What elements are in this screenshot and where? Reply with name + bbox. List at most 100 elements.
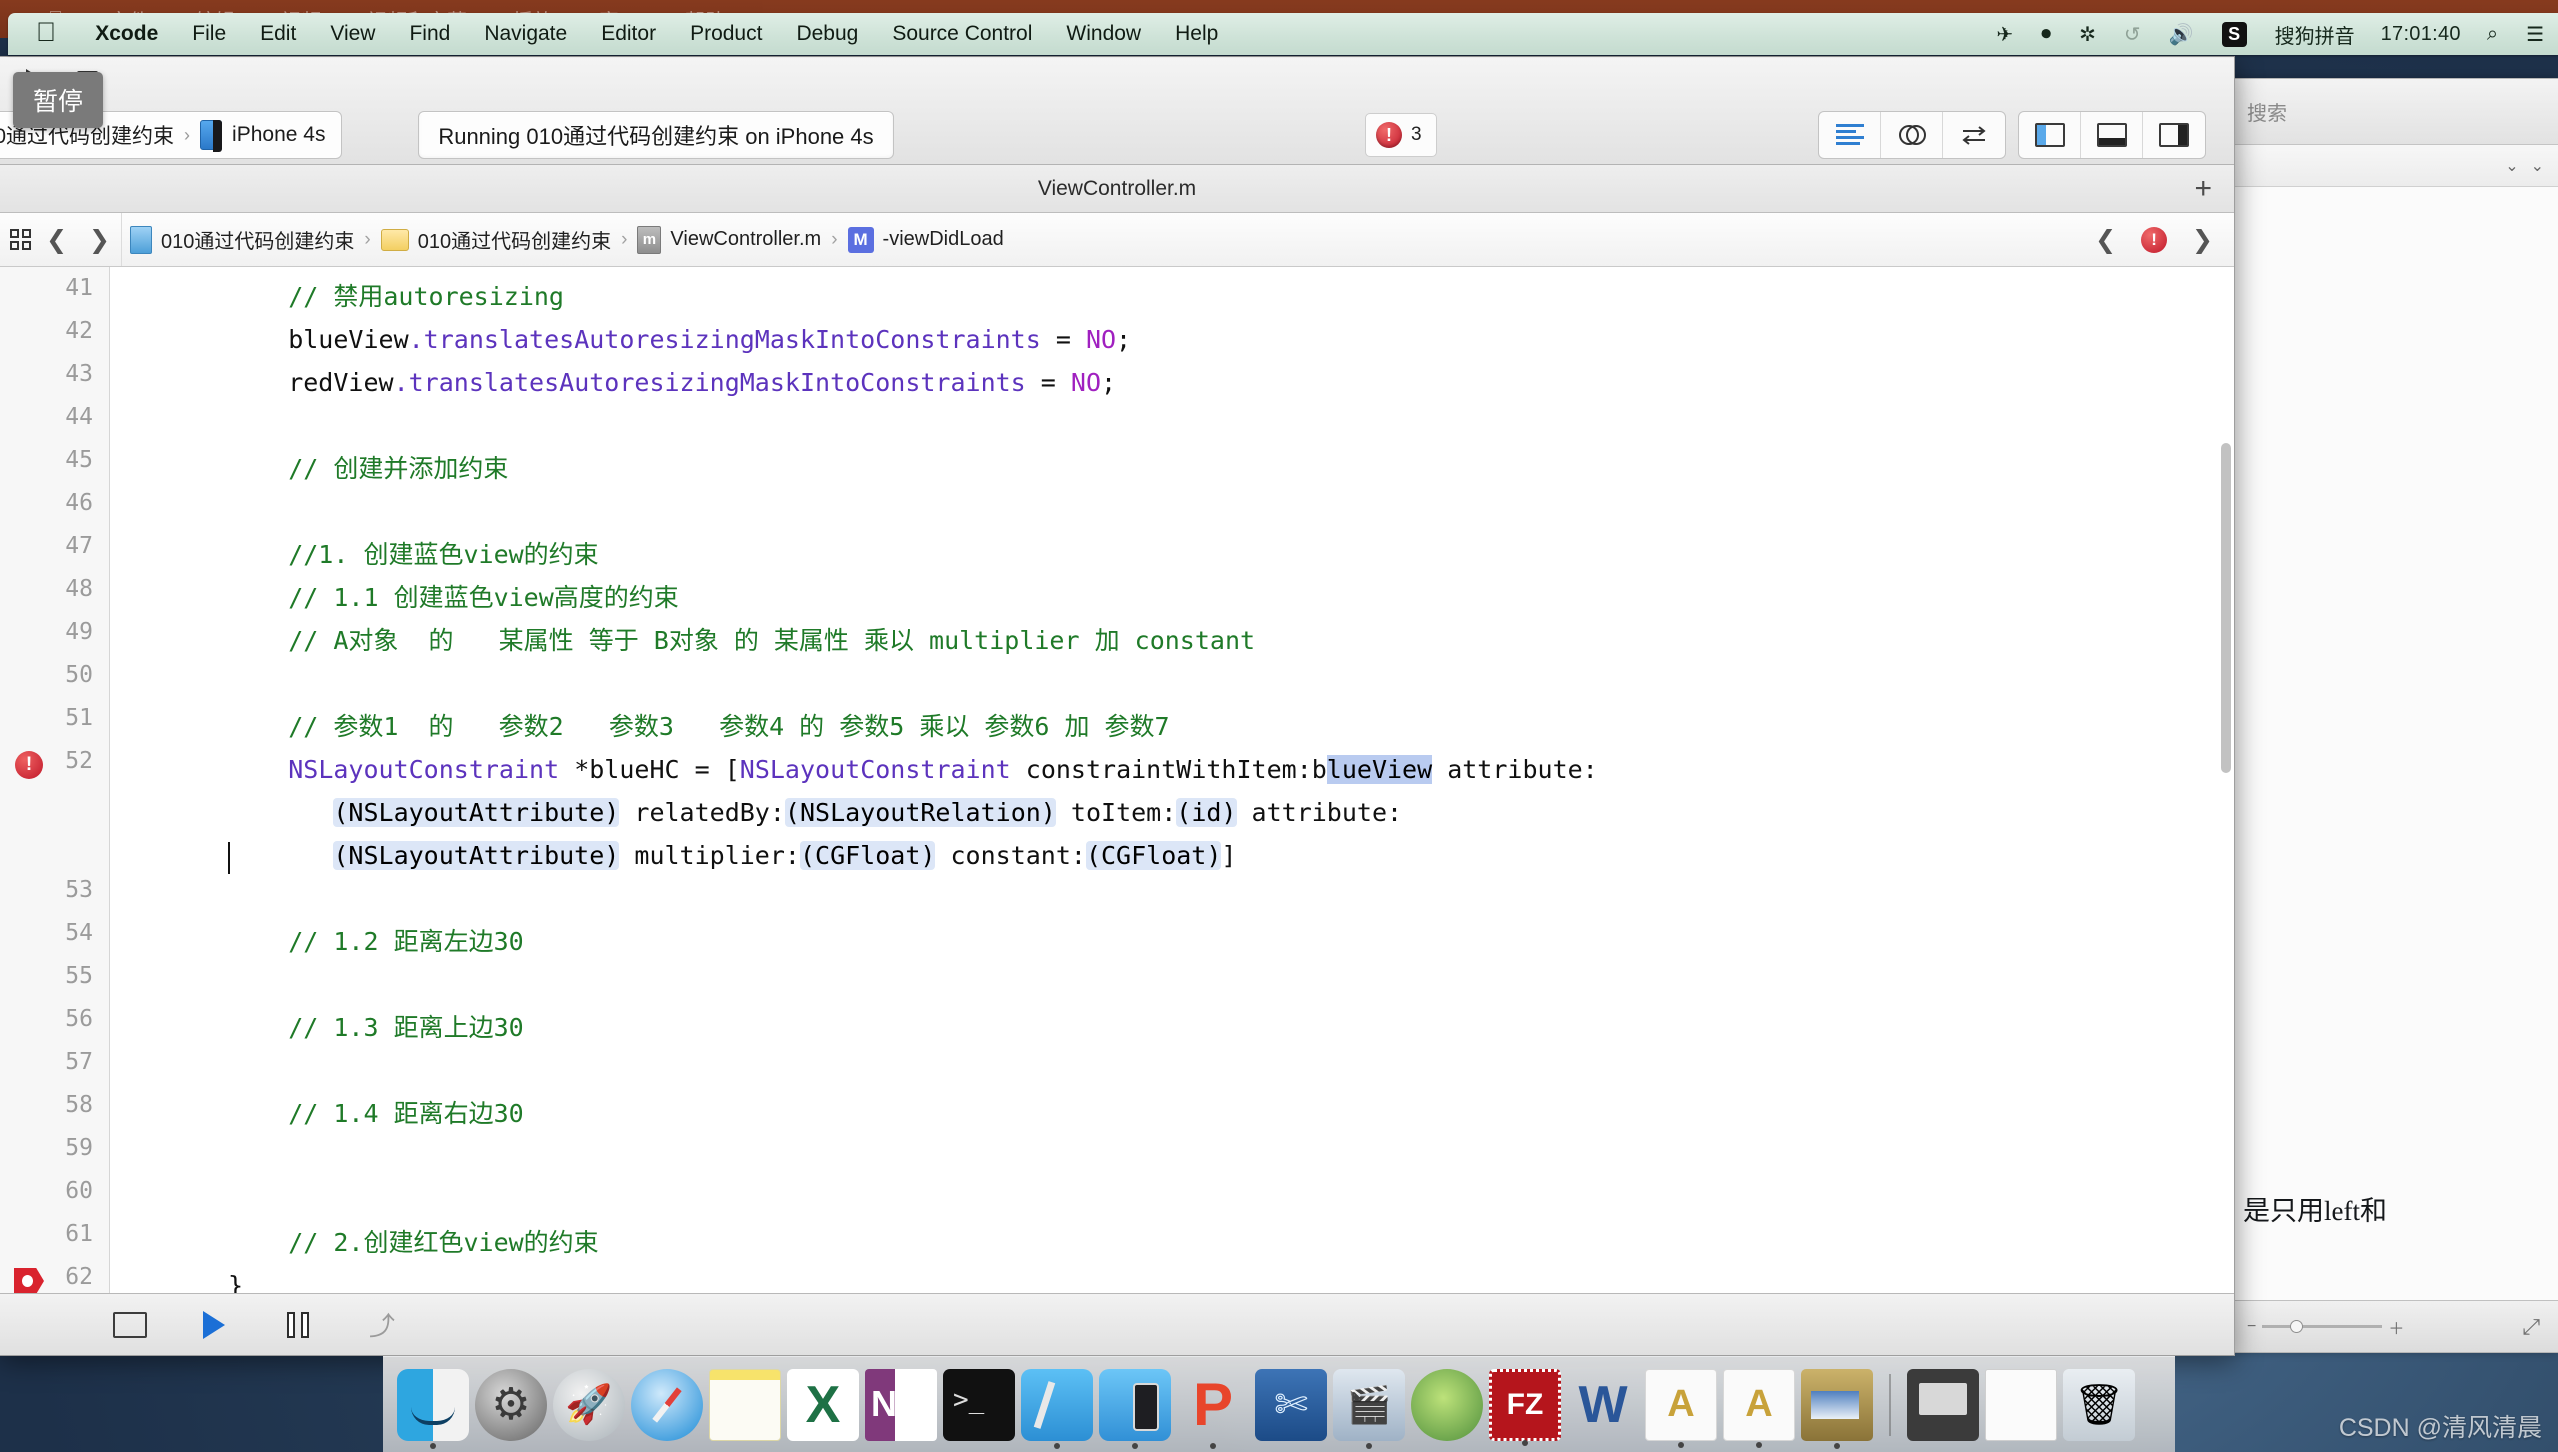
code-line[interactable]: // 1.3 距离上边30 [228, 1006, 524, 1049]
standard-editor-button[interactable] [1819, 112, 1881, 158]
breadcrumb-file[interactable]: m ViewController.m [629, 226, 829, 254]
input-method-badge[interactable]: S [2208, 22, 2261, 47]
debug-area-toggle-button[interactable] [2081, 112, 2143, 158]
code-line[interactable]: // 1.2 距离左边30 [228, 920, 524, 963]
code-line[interactable]: // 1.1 创建蓝色view高度的约束 [228, 576, 679, 619]
notification-center-icon[interactable]: ☰ [2512, 22, 2558, 47]
dock-video-player[interactable] [1333, 1369, 1405, 1441]
code-line[interactable]: // A对象 的 某属性 等于 B对象 的 某属性 乘以 multiplier … [228, 619, 1255, 662]
background-window[interactable]: 搜索 ⌄ ⌄ 是只用left和 − ＋ ⤢ [2228, 78, 2558, 1353]
dock-xcode[interactable] [1021, 1369, 1093, 1441]
menu-item-edit[interactable]: Edit [243, 22, 313, 46]
chevron-down-icon-2[interactable]: ⌄ [2531, 156, 2544, 176]
menu-item-source-control[interactable]: Source Control [875, 22, 1049, 46]
continue-button[interactable] [194, 1307, 234, 1343]
zoom-slider[interactable]: − ＋ [2247, 1315, 2404, 1339]
next-issue-button[interactable]: ❯ [2181, 225, 2224, 255]
screen-record-icon[interactable]: ⏺ [2027, 23, 2065, 46]
code-line[interactable]: redView.translatesAutoresizingMaskIntoCo… [228, 361, 1116, 404]
dock-word[interactable] [1567, 1369, 1639, 1441]
code-line[interactable]: } [228, 1264, 243, 1293]
zoom-knob[interactable] [2290, 1320, 2303, 1333]
apple-menu-icon[interactable]:  [36, 19, 56, 46]
dock-excel[interactable] [787, 1369, 859, 1441]
dock[interactable] [383, 1356, 2175, 1452]
volume-icon[interactable]: 🔊 [2155, 22, 2208, 47]
zoom-in-icon[interactable]: ＋ [2388, 1315, 2404, 1339]
menu-item-help[interactable]: Help [1158, 22, 1235, 46]
menu-item-product[interactable]: Product [673, 22, 779, 46]
background-search-field[interactable]: 搜索 [2229, 79, 2558, 145]
source-editor[interactable]: 414243444546474849505152!535455565758596… [0, 267, 2234, 1293]
code-line[interactable]: //1. 创建蓝色view的约束 [228, 533, 599, 576]
menu-item-view[interactable]: View [313, 22, 392, 46]
dock-acrobat-2[interactable] [1723, 1369, 1795, 1441]
issue-badge[interactable]: ! 3 [1365, 113, 1437, 157]
code-line[interactable]: (NSLayoutAttribute) multiplier:(CGFloat)… [228, 834, 1236, 877]
active-tab-title[interactable]: ViewController.m [1038, 177, 1196, 201]
dock-system-preferences[interactable] [475, 1369, 547, 1441]
breakpoint-marker-icon[interactable] [12, 1266, 46, 1293]
dock-onenote[interactable] [865, 1369, 937, 1441]
dock-safari[interactable] [631, 1369, 703, 1441]
dock-acrobat-1[interactable] [1645, 1369, 1717, 1441]
menu-item-navigate[interactable]: Navigate [467, 22, 584, 46]
dock-terminal[interactable] [943, 1369, 1015, 1441]
navigate-back-button[interactable]: ❮ [35, 225, 78, 255]
previous-issue-button[interactable]: ❮ [2084, 225, 2127, 255]
dock-trash[interactable] [2063, 1369, 2135, 1441]
search-icon[interactable]: ⌕ [2473, 23, 2512, 46]
dock-ios-simulator[interactable] [1099, 1369, 1171, 1441]
assistant-editor-button[interactable] [1881, 112, 1943, 158]
editor-scrollbar[interactable] [2220, 273, 2232, 1287]
pause-button[interactable] [278, 1307, 318, 1343]
utilities-toggle-button[interactable] [2143, 112, 2205, 158]
code-area[interactable]: // 禁用autoresizing blueView.translatesAut… [110, 267, 2234, 1293]
airdrop-icon[interactable]: ✈ [1982, 22, 2027, 47]
zoom-track[interactable] [2262, 1325, 2382, 1328]
menu-item-xcode[interactable]: Xcode [78, 22, 175, 46]
dock-snipaste[interactable] [1255, 1369, 1327, 1441]
menu-item-window[interactable]: Window [1049, 22, 1158, 46]
hide-debug-area-button[interactable] [110, 1307, 150, 1343]
dock-filezilla[interactable] [1489, 1369, 1561, 1441]
code-line[interactable]: // 2.创建红色view的约束 [228, 1221, 599, 1264]
editor-scrollbar-thumb[interactable] [2221, 443, 2231, 773]
editor-gutter[interactable]: 414243444546474849505152!535455565758596… [0, 267, 110, 1293]
code-line[interactable]: blueView.translatesAutoresizingMaskIntoC… [228, 318, 1131, 361]
dock-document[interactable] [1985, 1369, 2057, 1441]
error-marker-icon[interactable]: ! [12, 750, 46, 780]
version-editor-button[interactable] [1943, 112, 2005, 158]
zoom-out-icon[interactable]: − [2247, 1318, 2256, 1336]
code-line[interactable]: // 1.4 距离右边30 [228, 1092, 524, 1135]
fullscreen-icon[interactable]: ⤢ [2522, 1314, 2540, 1340]
breadcrumb-group[interactable]: 010通过代码创建约束 [373, 225, 619, 254]
bluetooth-icon[interactable]: ✲ [2065, 22, 2110, 47]
dock-finder[interactable] [397, 1369, 469, 1441]
dock-screen-sharing[interactable] [1907, 1369, 1979, 1441]
menu-item-find[interactable]: Find [392, 22, 467, 46]
time-machine-icon[interactable]: ↺ [2110, 22, 2155, 47]
navigator-toggle-button[interactable] [2019, 112, 2081, 158]
dock-launchpad[interactable] [553, 1369, 625, 1441]
step-over-button[interactable]: ⤴ [362, 1307, 402, 1343]
code-line[interactable]: // 创建并添加约束 [228, 447, 508, 490]
menubar[interactable]:  Xcode File Edit View Find Navigate Edi… [8, 13, 2558, 55]
breadcrumb-project[interactable]: 010通过代码创建约束 [122, 225, 362, 254]
chevron-down-icon[interactable]: ⌄ [2505, 156, 2518, 176]
menubar-clock[interactable]: 17:01:40 [2369, 23, 2473, 46]
add-tab-button[interactable]: + [2194, 174, 2212, 204]
dock-mamp[interactable] [1411, 1369, 1483, 1441]
dock-photoshop[interactable] [1177, 1369, 1249, 1441]
code-line[interactable]: // 禁用autoresizing [228, 275, 564, 318]
code-line[interactable]: // 参数1 的 参数2 参数3 参数4 的 参数5 乘以 参数6 加 参数7 [228, 705, 1170, 748]
input-method-label[interactable]: 搜狗拼音 [2261, 20, 2369, 49]
code-line[interactable]: NSLayoutConstraint *blueHC = [NSLayoutCo… [228, 748, 1598, 791]
menu-item-editor[interactable]: Editor [584, 22, 673, 46]
code-line[interactable]: (NSLayoutAttribute) relatedBy:(NSLayoutR… [228, 791, 1402, 834]
dock-notes[interactable] [709, 1369, 781, 1441]
navigate-forward-button[interactable]: ❯ [78, 225, 121, 255]
menu-item-file[interactable]: File [175, 22, 243, 46]
related-items-icon[interactable] [6, 229, 35, 250]
dock-image-app[interactable] [1801, 1369, 1873, 1441]
